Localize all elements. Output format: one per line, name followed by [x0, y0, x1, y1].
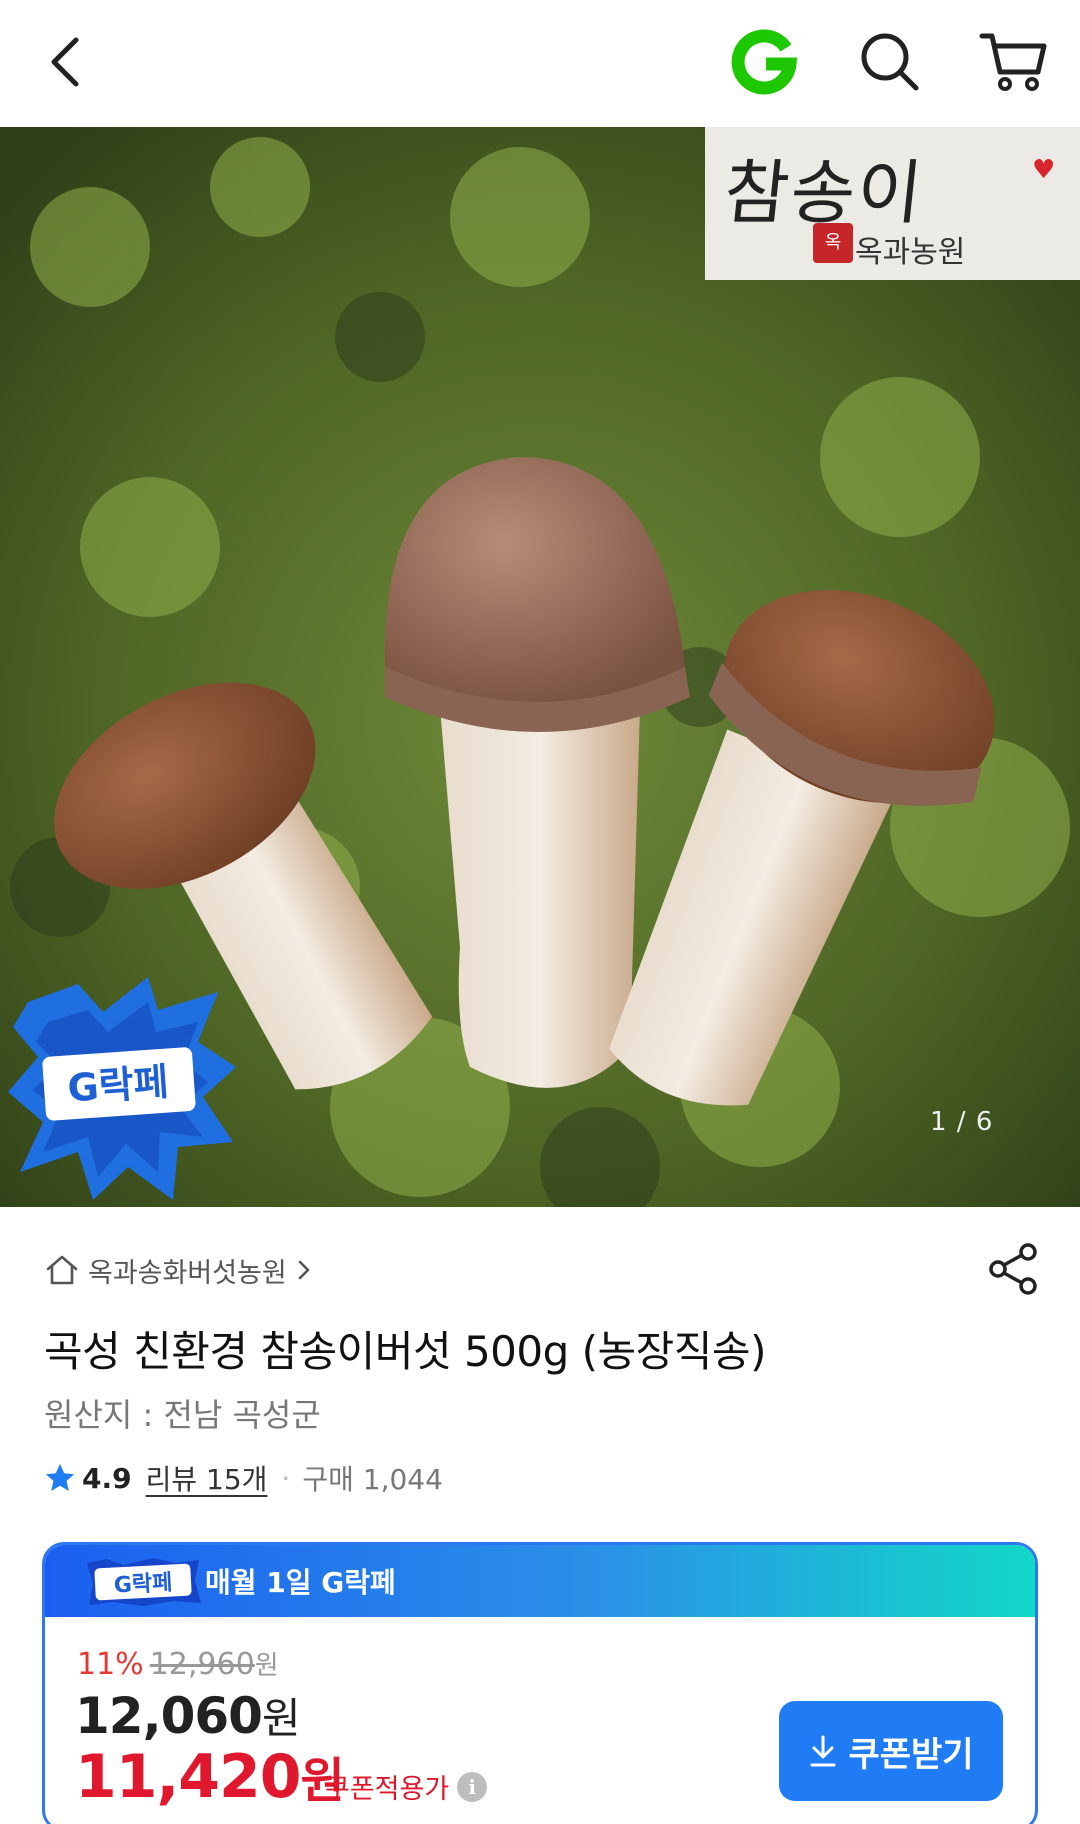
back-arrow-icon[interactable] — [36, 30, 100, 94]
g-festival-mini-badge: G락페 — [87, 1558, 201, 1606]
coupon-button-label: 쿠폰받기 — [848, 1734, 974, 1775]
star-icon — [46, 1464, 74, 1491]
coupon-price-value: 11,420 — [75, 1742, 302, 1812]
promo-header: G락페 매월 1일 G락페 — [45, 1545, 1035, 1617]
product-title: 곡성 친환경 참송이버섯 500g (농장직송) — [44, 1327, 766, 1376]
seal-stamp-icon: 옥 — [813, 223, 853, 263]
info-icon[interactable]: i — [457, 1771, 488, 1802]
separator-dot: · — [281, 1461, 291, 1495]
store-home-icon — [46, 1255, 78, 1285]
cart-icon[interactable] — [978, 26, 1050, 98]
seller-brand-logo: 참송이 ♥ 옥 옥과농원 — [705, 127, 1080, 280]
original-price-unit: 원 — [254, 1651, 279, 1681]
original-price: 12,960 — [149, 1647, 255, 1682]
purchase-count: 구매 1,044 — [302, 1463, 443, 1496]
coupon-price: 11,420원 — [75, 1741, 345, 1812]
chevron-right-icon — [298, 1260, 310, 1280]
coupon-price-label: 쿠폰적용가 i — [325, 1767, 488, 1806]
heart-icon: ♥ — [1032, 155, 1056, 185]
top-bar — [0, 0, 1080, 127]
sale-price: 12,060원 — [75, 1685, 301, 1746]
rating-row: 4.9 리뷰 15개 · 구매 1,044 — [44, 1458, 443, 1498]
badge-text: G락페 — [66, 1060, 170, 1111]
share-icon[interactable] — [986, 1242, 1040, 1296]
brand-logo-subtext: 옥과농원 — [855, 235, 966, 270]
image-counter: 1 / 6 — [930, 1107, 994, 1137]
discount-line: 11% 12,960원 — [77, 1645, 279, 1682]
discount-percent: 11% — [77, 1647, 144, 1682]
g-festival-badge: G락페 — [8, 977, 236, 1200]
search-icon[interactable] — [856, 28, 924, 96]
sale-price-unit: 원 — [261, 1694, 301, 1743]
store-link[interactable]: 옥과송화버섯농원 — [44, 1250, 313, 1290]
review-link[interactable]: 리뷰 15개 — [146, 1458, 268, 1498]
rating-score: 4.9 — [82, 1461, 132, 1495]
coupon-label-text: 쿠폰적용가 — [325, 1774, 450, 1805]
promo-header-text: 매월 1일 G락페 — [205, 1566, 396, 1599]
product-origin: 원산지 : 전남 곡성군 — [44, 1396, 321, 1434]
product-image-gallery[interactable]: 참송이 ♥ 옥 옥과농원 G락페 1 / 6 — [0, 127, 1080, 1207]
gmarket-logo-icon[interactable] — [728, 26, 800, 98]
get-coupon-button[interactable]: 쿠폰받기 — [779, 1701, 1003, 1801]
promo-price-box: G락페 매월 1일 G락페 11% 12,960원 12,060원 11,420원… — [42, 1542, 1038, 1824]
store-name: 옥과송화버섯농원 — [88, 1257, 287, 1289]
mini-badge-text: G락페 — [113, 1570, 173, 1598]
download-icon — [810, 1735, 836, 1767]
sale-price-value: 12,060 — [75, 1687, 263, 1745]
